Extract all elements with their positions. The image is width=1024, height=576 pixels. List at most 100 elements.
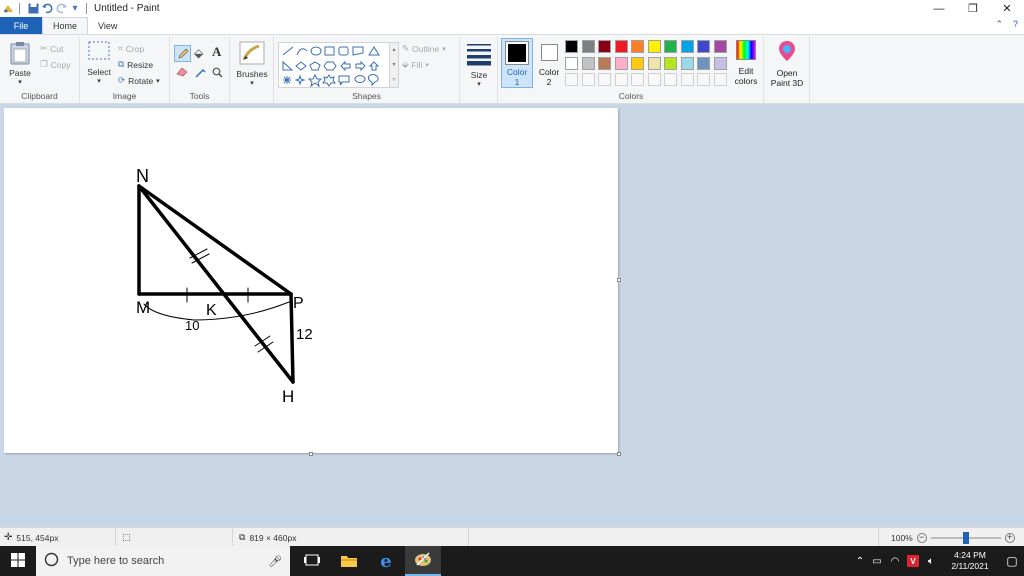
fill-button[interactable]: ⬙ Fill ▾ [402,59,429,70]
canvas-workspace[interactable]: N M K P H 10 12 [0,105,1024,527]
palette-swatch[interactable] [664,40,677,53]
drawing-canvas[interactable]: N M K P H 10 12 [4,108,618,453]
palette-swatch[interactable] [713,40,727,53]
color2-button[interactable]: Color 2 [535,38,563,88]
file-explorer-button[interactable] [331,546,367,576]
magnifier-tool-button[interactable] [212,67,223,78]
resize-handle-bottom[interactable] [309,452,313,456]
palette-custom-slot[interactable] [565,73,578,86]
palette-swatch[interactable] [598,56,611,70]
task-view-button[interactable] [294,546,330,576]
cut-button[interactable]: ✂ Cut [40,43,63,54]
palette-swatch[interactable] [631,40,644,53]
zoom-out-icon[interactable]: − [916,532,927,543]
rotate-button[interactable]: ⟳ Rotate ▾ [118,75,160,86]
redo-icon[interactable] [55,3,67,15]
notifications-icon[interactable]: ▢ [1000,554,1024,568]
palette-custom-slot[interactable] [697,73,710,86]
ribbon-home: Paste ▾ ✂ Cut ❐ Copy Clipboard Select ▾ … [0,34,1024,104]
select-button[interactable]: Select ▾ [86,41,112,85]
palette-custom-slot[interactable] [680,73,694,86]
color1-button[interactable]: Color 1 [501,38,533,88]
palette-swatch[interactable] [581,40,595,53]
antivirus-icon[interactable]: V [904,555,922,567]
paste-dropdown-icon[interactable]: ▾ [18,78,22,86]
palette-swatch[interactable] [697,56,710,70]
system-clock[interactable]: 4:24 PM 2/11/2021 [940,550,1000,572]
open-paint3d-button[interactable]: Open Paint 3D [767,40,807,90]
crop-button[interactable]: ⌗ Crop [118,43,144,54]
palette-swatch[interactable] [565,40,578,53]
paint-taskbar-button[interactable] [405,546,441,576]
brushes-button[interactable]: Brushes ▾ [234,41,270,87]
undo-icon[interactable] [41,3,53,15]
collapse-ribbon-icon[interactable]: ⌃ [995,19,1003,30]
palette-swatch[interactable] [664,56,677,70]
palette-swatch[interactable] [565,56,578,70]
palette-swatch[interactable] [614,40,628,53]
edge-button[interactable]: e [368,546,404,576]
palette-swatch[interactable] [680,40,694,53]
microphone-icon[interactable]: 🎤︎ [268,555,282,568]
palette-custom-slot[interactable] [713,73,727,86]
drawing-svg: N M K P H 10 12 [136,166,313,406]
wifi-icon[interactable]: ◠ [886,556,904,567]
select-dropdown-icon[interactable]: ▾ [97,77,101,85]
close-button[interactable]: ✕ [990,0,1024,17]
fill-tool-button[interactable]: ⬙ [194,46,203,60]
eraser-tool-button[interactable] [176,67,188,77]
palette-swatch[interactable] [697,40,710,53]
shapes-gallery[interactable] [278,42,390,88]
tab-file[interactable]: File [0,17,42,34]
outline-button[interactable]: ✎ Outline ▾ [402,43,446,54]
title-separator [19,3,20,14]
zoom-slider[interactable] [930,531,1001,544]
size-button[interactable]: Size ▾ [464,42,494,88]
color-picker-tool-button[interactable] [195,67,206,78]
palette-custom-slot[interactable] [614,73,628,86]
label-n: N [136,166,149,186]
palette-custom-slot[interactable] [664,73,677,86]
restore-button[interactable]: ❐ [956,0,990,17]
outline-dropdown-icon: ▾ [442,45,446,53]
palette-swatch[interactable] [647,40,661,53]
resize-button[interactable]: ⧉ Resize [118,59,153,70]
show-hidden-icons[interactable]: ⌃ [852,556,868,567]
palette-swatch[interactable] [598,40,611,53]
title-bar: ▾ Untitled - Paint — ❐ ✕ [0,0,1024,17]
palette-custom-slot[interactable] [581,73,595,86]
tab-home[interactable]: Home [42,17,89,34]
text-tool-button[interactable]: A [212,44,221,60]
magnifier-icon [212,67,223,78]
customize-quick-access-icon[interactable]: ▾ [69,3,81,15]
palette-custom-slot[interactable] [598,73,611,86]
resize-handle-corner[interactable] [617,452,621,456]
palette-swatch[interactable] [631,56,644,70]
paint-app-icon[interactable] [2,3,14,15]
palette-custom-slot[interactable] [631,73,644,86]
resize-handle-right[interactable] [617,278,621,282]
palette-swatch[interactable] [680,56,694,70]
palette-swatch[interactable] [581,56,595,70]
help-icon[interactable]: ? [1013,19,1018,30]
save-icon[interactable] [27,3,39,15]
volume-muted-icon[interactable]: 🔈︎ [922,556,940,567]
palette-swatch[interactable] [647,56,661,70]
zoom-slider-thumb[interactable] [962,531,969,544]
taskbar-search[interactable]: Type here to search 🎤︎ [36,546,290,576]
minimize-button[interactable]: — [922,0,956,17]
palette-custom-slot[interactable] [647,73,661,86]
palette-swatch[interactable] [614,56,628,70]
start-button[interactable] [0,546,36,576]
outline-icon: ✎ [402,43,410,53]
edit-colors-button[interactable]: Edit colors [731,40,761,90]
palette-swatch[interactable] [713,56,727,70]
shapes-scroll[interactable]: ▴ ▾ ▿ [390,42,399,88]
zoom-in-icon[interactable]: + [1004,532,1015,543]
network-adapter-icon[interactable]: ▭ [868,556,886,567]
copy-button[interactable]: ❐ Copy [40,59,70,70]
paste-button[interactable]: Paste ▾ [6,41,34,86]
pencil-tool-button[interactable] [174,45,191,62]
tab-view[interactable]: View [88,17,127,34]
paint3d-label-line1: Open [776,68,798,78]
